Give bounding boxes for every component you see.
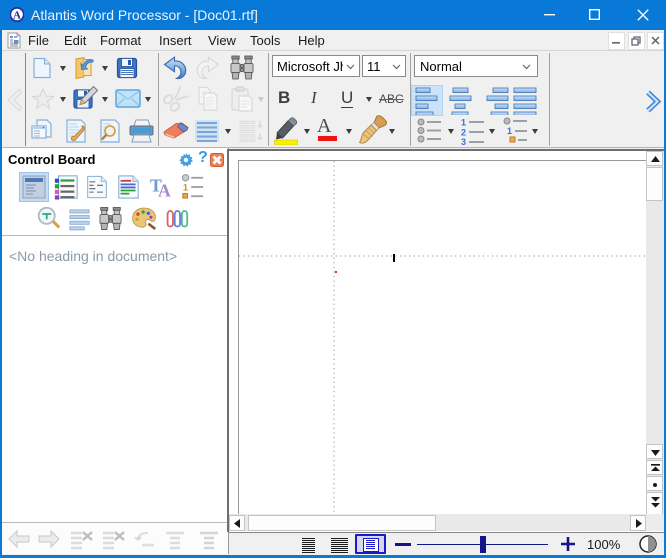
svg-text:A: A — [13, 9, 21, 21]
svg-text:2: 2 — [461, 128, 466, 138]
svg-text:1: 1 — [183, 183, 188, 193]
svg-text:1: 1 — [507, 126, 512, 136]
svg-text:3: 3 — [461, 137, 466, 145]
svg-text:1: 1 — [461, 118, 466, 128]
svg-text:A: A — [158, 181, 171, 200]
